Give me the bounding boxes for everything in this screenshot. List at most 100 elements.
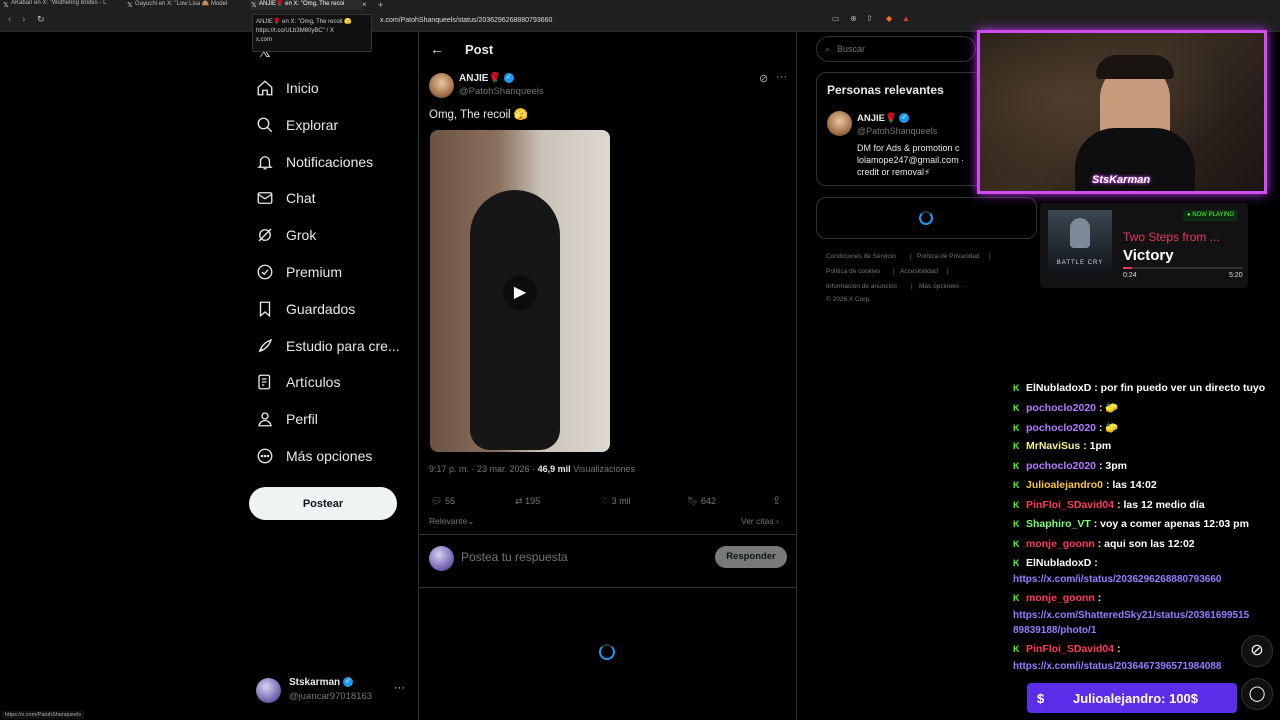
- dollar-icon: $: [1037, 690, 1045, 706]
- nav-item-notifications[interactable]: Notificaciones: [256, 150, 373, 174]
- see-quotes-link[interactable]: Ver citas ›: [741, 516, 779, 526]
- chat-link[interactable]: 89839188/photo/1: [1013, 623, 1096, 638]
- premium-icon: [256, 263, 274, 281]
- footer-link-terms[interactable]: Condiciones de Servicio: [826, 253, 896, 260]
- footer-link-more[interactable]: Más opciones ···: [919, 283, 967, 290]
- views-count: 46,9 mil: [537, 464, 571, 474]
- like-action[interactable]: ♡ 3 mil: [601, 496, 631, 507]
- chat-username: PinFloi_SDavid04: [1026, 499, 1115, 511]
- footer-separator: |: [893, 268, 895, 275]
- sort-relevant[interactable]: Relevante⌄: [429, 516, 474, 527]
- x-logo-icon: 𝕏: [3, 2, 9, 9]
- nav-item-profile[interactable]: Perfil: [256, 407, 318, 431]
- browser-tab-bar: 𝕏 AKaban en X: "Wuthering Brides - L 𝕏 Gay…: [0, 0, 1280, 10]
- rewards-icon[interactable]: ▲: [902, 14, 910, 23]
- close-tab-icon[interactable]: ×: [362, 0, 372, 10]
- kick-badge-icon: K: [1013, 519, 1020, 529]
- back-arrow-icon[interactable]: ←: [430, 41, 444, 57]
- nav-item-creator-studio[interactable]: Estudio para cre...: [256, 334, 400, 358]
- nav-item-bookmarks[interactable]: Guardados: [256, 297, 355, 321]
- relevant-avatar[interactable]: [827, 111, 852, 136]
- chat-username: ElNubladoxD: [1026, 382, 1092, 394]
- play-icon[interactable]: ▶: [503, 276, 537, 310]
- author-avatar[interactable]: [429, 73, 454, 98]
- chat-username: ElNubladoxD: [1026, 557, 1092, 569]
- status-bar-url: https://x.com/PatohShanqueels: [2, 711, 85, 719]
- nav-item-articles[interactable]: Artículos: [256, 370, 340, 394]
- nav-item-more-options[interactable]: Más opciones: [256, 444, 372, 468]
- grok-icon: [256, 226, 274, 244]
- share-icon[interactable]: ⇪: [772, 494, 781, 507]
- track-artist: Two Steps from ...: [1123, 230, 1220, 244]
- account-switcher[interactable]: Stskarman ✓ @juancar97018163 ···: [256, 676, 406, 706]
- chevron-down-icon: ⌄: [467, 516, 475, 526]
- chat-text: : 🧽: [1098, 422, 1119, 434]
- back-icon[interactable]: ‹: [8, 14, 11, 25]
- brave-shield-icon[interactable]: ◆: [886, 14, 892, 23]
- reply-action[interactable]: 💬︎ 55: [431, 496, 455, 507]
- track-progress-fill: [1123, 267, 1132, 269]
- reload-icon[interactable]: ↻: [37, 14, 45, 25]
- forward-icon[interactable]: ›: [22, 14, 25, 25]
- x-logo-icon: 𝕏: [127, 2, 133, 9]
- screen-icon[interactable]: ▭: [832, 14, 840, 23]
- bookmark-icon: 🔖︎: [687, 496, 699, 506]
- chat-text: : 1pm: [1083, 440, 1112, 452]
- author-name[interactable]: ANJIE🌹: [459, 73, 501, 84]
- author-handle[interactable]: @PatohShanqueels: [459, 86, 544, 97]
- chat-username: pochoclo2020: [1026, 402, 1097, 414]
- bookmark-action[interactable]: 🔖︎ 642: [687, 496, 716, 507]
- footer-link-accessibility[interactable]: Accesibilidad: [900, 268, 938, 275]
- nav-item-home[interactable]: Inicio: [256, 76, 319, 100]
- kick-badge-icon: K: [1013, 558, 1020, 568]
- chat-link[interactable]: https://x.com/ShatteredSky21/status/2036…: [1013, 608, 1249, 623]
- relevant-handle[interactable]: @PatohShanqueels: [857, 126, 937, 136]
- post-button[interactable]: Postear: [249, 487, 397, 520]
- footer-link-ads-info[interactable]: Información de anuncios: [826, 283, 897, 290]
- nav-item-grok[interactable]: Grok: [256, 223, 316, 247]
- grok-floating-icon[interactable]: ⊘: [1241, 635, 1273, 667]
- album-title: BATTLE CRY: [1056, 260, 1104, 266]
- search-input[interactable]: ⌕ Buscar: [816, 36, 976, 62]
- verified-badge-icon: ✓: [342, 677, 353, 688]
- kick-badge-icon: K: [1013, 461, 1020, 471]
- post-video[interactable]: ▶: [430, 130, 610, 452]
- browser-tab[interactable]: 𝕏 AKaban en X: "Wuthering Brides - L: [2, 0, 122, 10]
- new-tab-button[interactable]: +: [378, 0, 390, 10]
- more-options-icon[interactable]: ···: [776, 71, 787, 83]
- search-icon: ⌕: [825, 44, 831, 54]
- chat-text: : 3pm: [1098, 460, 1127, 472]
- footer-copyright: © 2026 X Corp.: [826, 296, 871, 303]
- rocket-icon: [256, 337, 274, 355]
- footer-link-cookies[interactable]: Política de cookies: [826, 268, 880, 275]
- footer-link-privacy[interactable]: Política de Privacidad: [917, 253, 980, 260]
- chat-text: : las 12 medio día: [1117, 499, 1205, 511]
- chat-message: Kpochoclo2020 : 3pm: [1013, 460, 1127, 472]
- repost-action[interactable]: ⇄ 195: [515, 496, 540, 507]
- zoom-icon[interactable]: ⊕: [850, 14, 857, 23]
- chat-text: : voy a comer apenas 12:03 pm: [1093, 518, 1249, 530]
- nav-item-chat[interactable]: Chat: [256, 186, 316, 210]
- verified-badge-icon: ✓: [503, 73, 514, 84]
- nav-item-explore[interactable]: Explorar: [256, 113, 338, 137]
- chat-link[interactable]: https://x.com/i/status/20362962688807936…: [1013, 572, 1221, 587]
- chat-message: K Shaphiro_VT : voy a comer apenas 12:03 …: [1013, 518, 1249, 530]
- grok-icon[interactable]: ⊘: [759, 72, 768, 85]
- reply-input[interactable]: Postea tu respuesta: [461, 550, 568, 564]
- album-art: BATTLE CRY: [1048, 210, 1112, 274]
- avatar: [256, 678, 281, 703]
- chat-username: Shaphiro_VT: [1026, 518, 1091, 530]
- relevant-name[interactable]: ANJIE🌹: [857, 113, 897, 124]
- share-icon[interactable]: ⇪: [866, 14, 873, 23]
- track-elapsed: 0:24: [1123, 272, 1137, 279]
- messages-floating-icon[interactable]: ◯: [1241, 678, 1273, 710]
- chat-message: K PinFloi_SDavid04 :: [1013, 643, 1121, 655]
- browser-tab-active[interactable]: 𝕏 ANJIE🌹 en X: "Omg, The recoi: [250, 0, 362, 10]
- nav-item-premium[interactable]: Premium: [256, 260, 342, 284]
- browser-tab[interactable]: 𝕏 Gayuchi en X: "Low Lisa 🙈 Model: [126, 0, 246, 10]
- now-playing-badge: ● NOW PLAYING: [1183, 210, 1239, 221]
- account-more-icon[interactable]: ···: [394, 682, 405, 694]
- reply-button[interactable]: Responder: [715, 546, 787, 568]
- chat-link[interactable]: https://x.com/i/status/20364673965719840…: [1013, 659, 1221, 674]
- chat-username: Julioalejandro0: [1026, 479, 1104, 491]
